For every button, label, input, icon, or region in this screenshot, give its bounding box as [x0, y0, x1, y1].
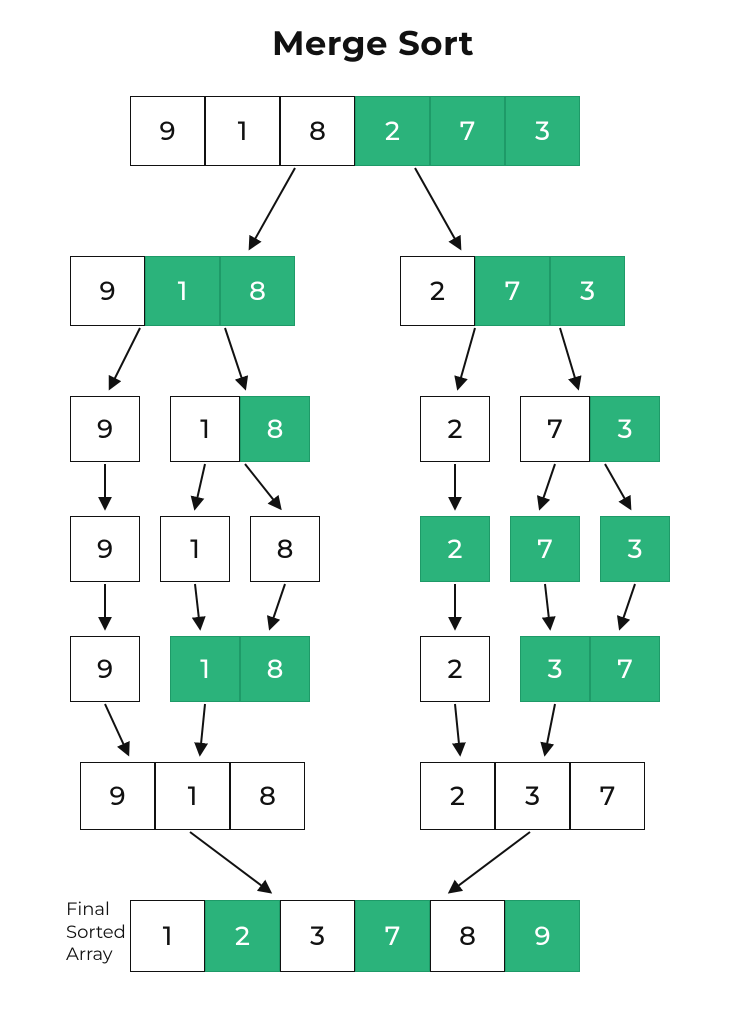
cell-r4L-1: 1: [170, 636, 240, 702]
arrow-4: [458, 328, 475, 388]
arrow-3: [225, 328, 245, 388]
arrow-22: [190, 832, 270, 892]
cell-r4L-0: 9: [70, 636, 140, 702]
merge-sort-diagram: Merge Sort Final Sorted Array 9182739182…: [0, 0, 746, 1024]
cell-r1R-0: 2: [400, 256, 475, 326]
cell-r0-4: 7: [430, 96, 505, 166]
arrow-14: [270, 584, 285, 628]
arrow-19: [200, 704, 205, 754]
arrow-1: [415, 168, 460, 248]
arrow-16: [545, 584, 550, 628]
cell-r1L-2: 8: [220, 256, 295, 326]
cell-r0-5: 3: [505, 96, 580, 166]
cell-r3L-2: 8: [250, 516, 320, 582]
diagram-title: Merge Sort: [0, 22, 746, 64]
arrow-8: [245, 464, 280, 508]
cell-r2R-1: 7: [520, 396, 590, 462]
cell-r0-2: 8: [280, 96, 355, 166]
cell-r4R-1: 3: [520, 636, 590, 702]
cell-r5L-0: 9: [80, 762, 155, 830]
cell-r0-1: 1: [205, 96, 280, 166]
arrow-13: [195, 584, 200, 628]
cell-r6-2: 3: [280, 900, 355, 972]
arrow-10: [540, 464, 555, 508]
cell-r5L-1: 1: [155, 762, 230, 830]
cell-r1L-1: 1: [145, 256, 220, 326]
cell-r1L-0: 9: [70, 256, 145, 326]
cell-r4R-2: 7: [590, 636, 660, 702]
cell-r5L-2: 8: [230, 762, 305, 830]
cell-r1R-2: 3: [550, 256, 625, 326]
cell-r2L-2: 8: [240, 396, 310, 462]
final-sorted-label: Final Sorted Array: [66, 898, 126, 966]
cell-r2L-0: 9: [70, 396, 140, 462]
arrow-20: [455, 704, 460, 754]
cell-r2R-0: 2: [420, 396, 490, 462]
cell-r3R-2: 3: [600, 516, 670, 582]
cell-r6-1: 2: [205, 900, 280, 972]
arrow-0: [250, 168, 295, 248]
arrow-5: [560, 328, 578, 388]
cell-r3L-1: 1: [160, 516, 230, 582]
cell-r2R-2: 3: [590, 396, 660, 462]
cell-r3R-0: 2: [420, 516, 490, 582]
cell-r5R-1: 3: [495, 762, 570, 830]
cell-r6-3: 7: [355, 900, 430, 972]
cell-r3R-1: 7: [510, 516, 580, 582]
arrow-17: [620, 584, 635, 628]
cell-r2L-1: 1: [170, 396, 240, 462]
cell-r6-4: 8: [430, 900, 505, 972]
cell-r4R-0: 2: [420, 636, 490, 702]
arrow-23: [450, 832, 530, 892]
arrow-2: [110, 328, 140, 388]
arrow-18: [105, 704, 128, 754]
cell-r6-0: 1: [130, 900, 205, 972]
cell-r5R-0: 2: [420, 762, 495, 830]
cell-r1R-1: 7: [475, 256, 550, 326]
cell-r3L-0: 9: [70, 516, 140, 582]
cell-r0-0: 9: [130, 96, 205, 166]
arrow-11: [605, 464, 630, 508]
cell-r5R-2: 7: [570, 762, 645, 830]
cell-r4L-2: 8: [240, 636, 310, 702]
arrow-21: [545, 704, 555, 754]
cell-r6-5: 9: [505, 900, 580, 972]
cell-r0-3: 2: [355, 96, 430, 166]
arrow-7: [195, 464, 205, 508]
